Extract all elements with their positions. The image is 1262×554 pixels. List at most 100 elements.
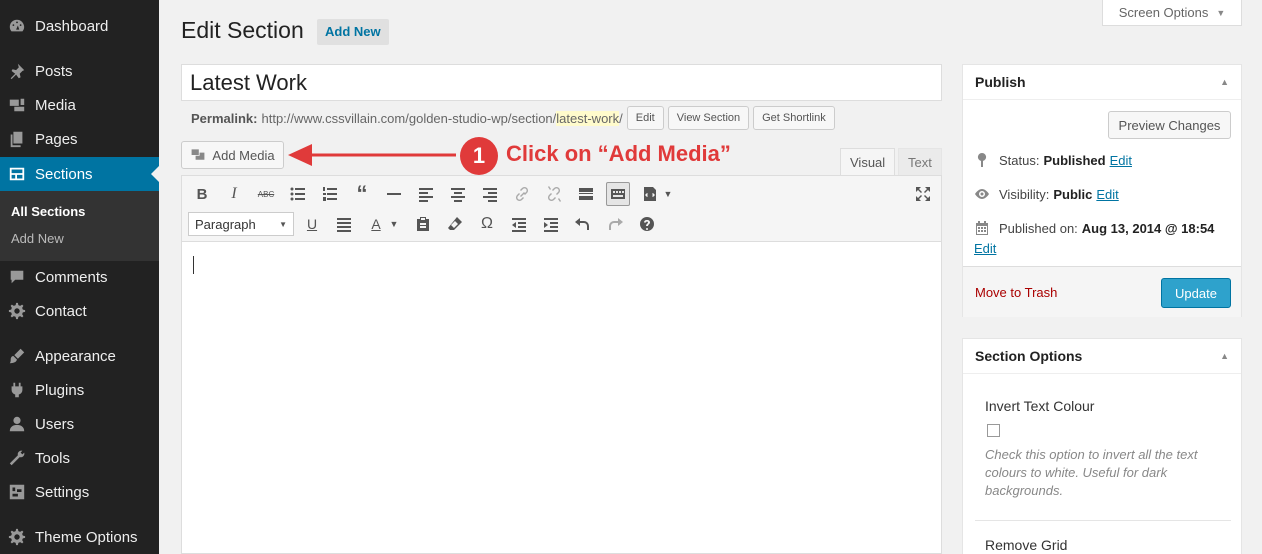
bold-button[interactable]: B [190, 182, 214, 206]
sidebar-item-media[interactable]: Media [0, 88, 159, 122]
sidebar-item-label: Comments [35, 268, 108, 286]
sections-icon [7, 164, 27, 184]
view-section-button[interactable]: View Section [667, 106, 750, 130]
insert-link-button[interactable] [510, 182, 534, 206]
sidebar-item-label: Posts [35, 62, 73, 80]
editor-content-area[interactable] [182, 242, 941, 553]
remove-grid-label: Remove Grid [985, 537, 1068, 553]
edit-permalink-button[interactable]: Edit [626, 106, 664, 130]
numbered-list-button[interactable] [318, 182, 342, 206]
horizontal-line-icon [387, 193, 401, 195]
shortcode-button[interactable] [638, 182, 662, 206]
add-new-button[interactable]: Add New [317, 19, 389, 45]
indent-button[interactable] [539, 212, 563, 236]
paste-text-button[interactable] [411, 212, 435, 236]
edit-date-link[interactable]: Edit [974, 241, 996, 256]
undo-button[interactable] [571, 212, 595, 236]
divider [975, 520, 1231, 521]
help-button[interactable] [635, 212, 659, 236]
users-icon [7, 414, 27, 434]
submenu-add-new[interactable]: Add New [11, 231, 64, 246]
preview-changes-button[interactable]: Preview Changes [1108, 111, 1231, 139]
sidebar-item-sections[interactable]: Sections [0, 157, 159, 191]
sidebar-item-pages[interactable]: Pages [0, 122, 159, 156]
sidebar-item-label: Pages [35, 130, 78, 148]
outdent-button[interactable] [507, 212, 531, 236]
sidebar-item-dashboard[interactable]: Dashboard [0, 9, 159, 43]
text-color-dropdown-caret[interactable]: ▼ [387, 212, 401, 236]
sidebar-item-comments[interactable]: Comments [0, 260, 159, 294]
section-options-header[interactable]: Section Options ▲ [963, 339, 1241, 374]
sidebar-item-contact[interactable]: Contact [0, 294, 159, 328]
strikethrough-button[interactable]: ABC [254, 182, 278, 206]
sidebar-item-plugins[interactable]: Plugins [0, 373, 159, 407]
pushpin-icon [7, 61, 27, 81]
sidebar-item-users[interactable]: Users [0, 407, 159, 441]
publish-box: Publish ▲ Preview Changes Status: Publis… [962, 64, 1242, 317]
sidebar-item-label: Plugins [35, 381, 85, 399]
tab-text[interactable]: Text [898, 148, 942, 175]
sidebar-item-settings[interactable]: Settings [0, 475, 159, 509]
underline-button[interactable]: U [300, 212, 324, 236]
edit-visibility-link[interactable]: Edit [1096, 187, 1118, 202]
screen-options-label: Screen Options [1118, 5, 1209, 20]
collapse-caret-icon[interactable]: ▲ [1220, 351, 1229, 361]
status-value: Published [1043, 152, 1106, 168]
sidebar-item-label: Contact [35, 302, 87, 320]
help-icon [640, 217, 654, 231]
sidebar-item-tools[interactable]: Tools [0, 441, 159, 475]
justify-button[interactable] [332, 212, 356, 236]
special-character-button[interactable]: Ω [475, 212, 499, 236]
add-media-label: Add Media [212, 147, 275, 163]
published-on-row: Published on: Aug 13, 2014 @ 18:54 [973, 219, 1214, 237]
sidebar-item-label: Sections [35, 165, 93, 183]
permalink-slug[interactable]: latest-work [556, 110, 620, 126]
link-icon [515, 186, 529, 202]
redo-button[interactable] [603, 212, 627, 236]
blockquote-button[interactable]: “ [350, 181, 374, 206]
submenu-all-sections[interactable]: All Sections [11, 204, 85, 219]
get-shortlink-button[interactable]: Get Shortlink [753, 106, 835, 130]
clear-formatting-button[interactable] [443, 212, 467, 236]
text-color-button[interactable]: A [364, 212, 388, 236]
caret-down-icon: ▼ [279, 219, 287, 229]
editor-toolbar: B I ABC “ ▼ Paragraph ▼ U A ▼ Ω [182, 176, 941, 242]
caret-down-icon: ▼ [1216, 7, 1226, 18]
italic-button[interactable]: I [222, 182, 246, 206]
status-label: Status: [999, 152, 1040, 168]
section-options-title: Section Options [975, 348, 1083, 364]
page-title: Edit Section [181, 17, 304, 43]
post-title-input[interactable]: Latest Work [181, 64, 942, 101]
publish-box-header[interactable]: Publish ▲ [963, 65, 1241, 100]
format-select[interactable]: Paragraph ▼ [188, 212, 294, 236]
align-center-button[interactable] [446, 182, 470, 206]
fullscreen-button[interactable] [911, 182, 935, 206]
align-right-button[interactable] [478, 182, 502, 206]
tab-visual[interactable]: Visual [840, 148, 896, 175]
sidebar-item-label: Media [35, 96, 76, 114]
bullet-list-icon [290, 187, 305, 201]
sidebar-item-appearance[interactable]: Appearance [0, 339, 159, 373]
collapse-caret-icon[interactable]: ▲ [1220, 77, 1229, 87]
invert-text-colour-checkbox[interactable] [987, 424, 1000, 437]
calendar-icon [973, 219, 991, 237]
horizontal-line-button[interactable] [382, 182, 406, 206]
shortcode-icon [644, 187, 656, 201]
sidebar-item-theme-options[interactable]: Theme Options [0, 520, 159, 554]
move-to-trash-link[interactable]: Move to Trash [975, 285, 1057, 300]
shortcode-dropdown-caret[interactable]: ▼ [661, 182, 675, 206]
toolbar-toggle-button[interactable] [606, 182, 630, 206]
sidebar-item-posts[interactable]: Posts [0, 54, 159, 88]
bullet-list-button[interactable] [286, 182, 310, 206]
permalink-tail: / [619, 110, 623, 126]
update-button[interactable]: Update [1161, 278, 1231, 308]
align-right-icon [483, 188, 497, 202]
edit-status-link[interactable]: Edit [1110, 153, 1132, 168]
align-left-button[interactable] [414, 182, 438, 206]
insert-more-button[interactable] [574, 182, 598, 206]
annotation-arrow-icon [288, 144, 456, 166]
add-media-button[interactable]: Add Media [181, 141, 284, 169]
remove-link-button[interactable] [542, 182, 566, 206]
eye-icon [973, 185, 991, 203]
screen-options-button[interactable]: Screen Options ▼ [1102, 0, 1242, 26]
